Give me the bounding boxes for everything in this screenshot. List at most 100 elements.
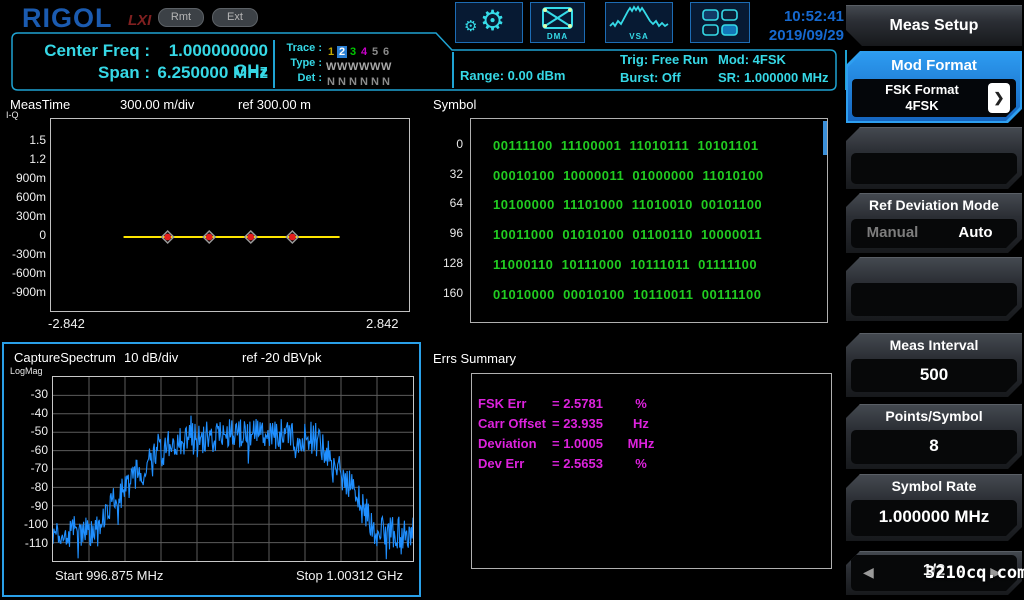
spectrum-y-tick: -80 [4, 480, 48, 495]
err-name: Dev Err [478, 456, 524, 471]
spectrum-trace [53, 377, 413, 561]
trace-attr: N [326, 76, 336, 88]
mod-readout: Mod: 4FSK [718, 52, 786, 67]
ref-deviation-mode-button[interactable]: Ref Deviation Mode Manual Auto [846, 193, 1022, 253]
meastime-trace [51, 119, 409, 311]
err-value: = 2.5653 [552, 456, 603, 471]
meas-interval-label: Meas Interval [846, 337, 1022, 353]
err-name: Carr Offset [478, 416, 546, 431]
center-freq-label: Center Freq : [15, 41, 150, 61]
infobar-divider [273, 40, 275, 88]
meastime-window[interactable]: MeasTime 300.00 m/div ref 300.00 m I-Q 1… [0, 95, 430, 340]
meastime-y-tick: 600m [0, 190, 46, 205]
ext-button[interactable]: Ext [212, 8, 258, 27]
symbol-window[interactable]: Symbol 0326496128160 00111100 11100001 1… [430, 95, 840, 335]
symbol-row-index: 32 [430, 167, 463, 181]
ref-deviation-mode-label: Ref Deviation Mode [846, 197, 1022, 213]
meastime-y-tick: -900m [0, 285, 46, 300]
spectrum-y-axis-label: LogMag [10, 366, 43, 376]
errs-table: FSK Err= 2.5781%Carr Offset= 23.935HzDev… [471, 373, 832, 569]
symbol-row-index: 96 [430, 226, 463, 240]
meas-setup-label: Meas Setup [846, 5, 1022, 46]
meastime-x-max: 2.842 [366, 316, 399, 331]
symbol-title: Symbol [433, 97, 476, 112]
symbol-row-index: 160 [430, 286, 463, 300]
points-symbol-label: Points/Symbol [846, 408, 1022, 424]
meastime-plot [50, 118, 410, 312]
spectrum-ref: ref -20 dBVpk [242, 350, 322, 365]
trace-attr: N [381, 76, 391, 88]
err-name: FSK Err [478, 396, 526, 411]
meastime-trace-mode: I-Q [6, 110, 19, 120]
spectrum-y-tick: -110 [4, 536, 48, 551]
meastime-y-tick: -300m [0, 247, 46, 262]
symbol-table: 00111100 11100001 11010111 1010110100010… [470, 118, 828, 323]
trace-label: Trace : [280, 42, 322, 54]
symbol-row-bits: 10011000 01010100 01100110 10000011 [493, 227, 762, 242]
symbol-row-bits: 00010100 10000011 01000000 11010100 [493, 168, 764, 183]
symbol-row-bits: 11000110 10111000 10111011 01111100 [493, 257, 757, 272]
meas-interval-value: 500 [851, 365, 1017, 385]
err-value: = 2.5781 [552, 396, 603, 411]
rmt-button[interactable]: Rmt [158, 8, 204, 27]
trace-attr: N [337, 76, 347, 88]
fsk-format-label: FSK Format [852, 82, 992, 97]
trace-attr: N [370, 76, 380, 88]
sidebar-empty-button-1[interactable] [846, 127, 1022, 189]
dma-icon [531, 5, 584, 32]
sidebar-empty-button-2[interactable] [846, 257, 1022, 321]
mod-format-button[interactable]: Mod Format FSK Format 4FSK ❯ [846, 51, 1022, 123]
lxi-logo: LXI [128, 12, 151, 29]
meastime-y-tick: 300m [0, 209, 46, 224]
det-label: Det : [280, 72, 322, 84]
symbol-rate-button[interactable]: Symbol Rate 1.000000 MHz [846, 474, 1022, 541]
errs-title: Errs Summary [433, 351, 516, 366]
spectrum-y-tick: -50 [4, 424, 48, 439]
mod-format-value-box: FSK Format 4FSK ❯ [852, 79, 1016, 117]
errs-summary-window[interactable]: Errs Summary FSK Err= 2.5781%Carr Offset… [430, 340, 840, 600]
meastime-y-tick: 1.2 [0, 152, 46, 167]
capture-spectrum-window[interactable]: CaptureSpectrum 10 dB/div ref -20 dBVpk … [2, 342, 421, 597]
spectrum-y-tick: -40 [4, 406, 48, 421]
symbol-row-bits: 10100000 11101000 11010010 00101100 [493, 197, 762, 212]
symbol-row-index: 64 [430, 196, 463, 210]
trace-det-row: NNNNNN [326, 72, 392, 90]
fsk-format-value: 4FSK [852, 98, 992, 113]
symbol-scrollbar[interactable] [823, 121, 827, 155]
spectrum-start-label: Start 996.875 MHz [55, 568, 163, 583]
points-symbol-button[interactable]: Points/Symbol 8 [846, 404, 1022, 469]
trig-readout: Trig: Free Run [620, 52, 708, 67]
trace-attr: N [348, 76, 358, 88]
ref-deviation-mode-box: Manual Auto [851, 219, 1017, 248]
type-label: Type : [280, 57, 322, 69]
instrument-screen: RIGOL LXI Rmt Ext ⚙ ⚙ DMA VSA 10:52:41 2… [0, 0, 1024, 600]
meastime-scale: 300.00 m/div [120, 97, 194, 112]
watermark: 3210cq.com [925, 563, 1024, 583]
symbol-rate-value: 1.000000 MHz [851, 507, 1017, 527]
meastime-y-tick: 0 [0, 228, 46, 243]
sr-readout: SR: 1.000000 MHz [718, 70, 829, 85]
empty-value-box [851, 283, 1017, 316]
burst-readout: Burst: Off [620, 70, 681, 85]
symbol-row-index: 0 [430, 137, 463, 151]
err-unit: Hz [617, 416, 665, 431]
trace-attr: N [359, 76, 369, 88]
meas-setup-button[interactable]: Meas Setup [846, 5, 1022, 46]
meastime-y-tick: 1.5 [0, 133, 46, 148]
option-auto[interactable]: Auto [934, 224, 1017, 241]
option-manual[interactable]: Manual [851, 224, 934, 241]
infobar-divider [452, 52, 454, 88]
submenu-arrow-icon[interactable]: ❯ [988, 83, 1010, 113]
err-value: = 1.0005 [552, 436, 603, 451]
span-value: 6.250000 MHz [140, 63, 268, 83]
span-label: Span : [15, 63, 150, 83]
err-value: = 23.935 [552, 416, 603, 431]
time: 10:52:41 [740, 7, 844, 26]
meas-interval-button[interactable]: Meas Interval 500 [846, 333, 1022, 397]
points-symbol-value: 8 [851, 436, 1017, 456]
spectrum-y-tick: -90 [4, 499, 48, 514]
mod-format-label: Mod Format [848, 57, 1020, 74]
range-readout: Range: 0.00 dBm [460, 68, 565, 83]
spectrum-y-tick: -70 [4, 461, 48, 476]
meastime-x-min: -2.842 [48, 316, 85, 331]
